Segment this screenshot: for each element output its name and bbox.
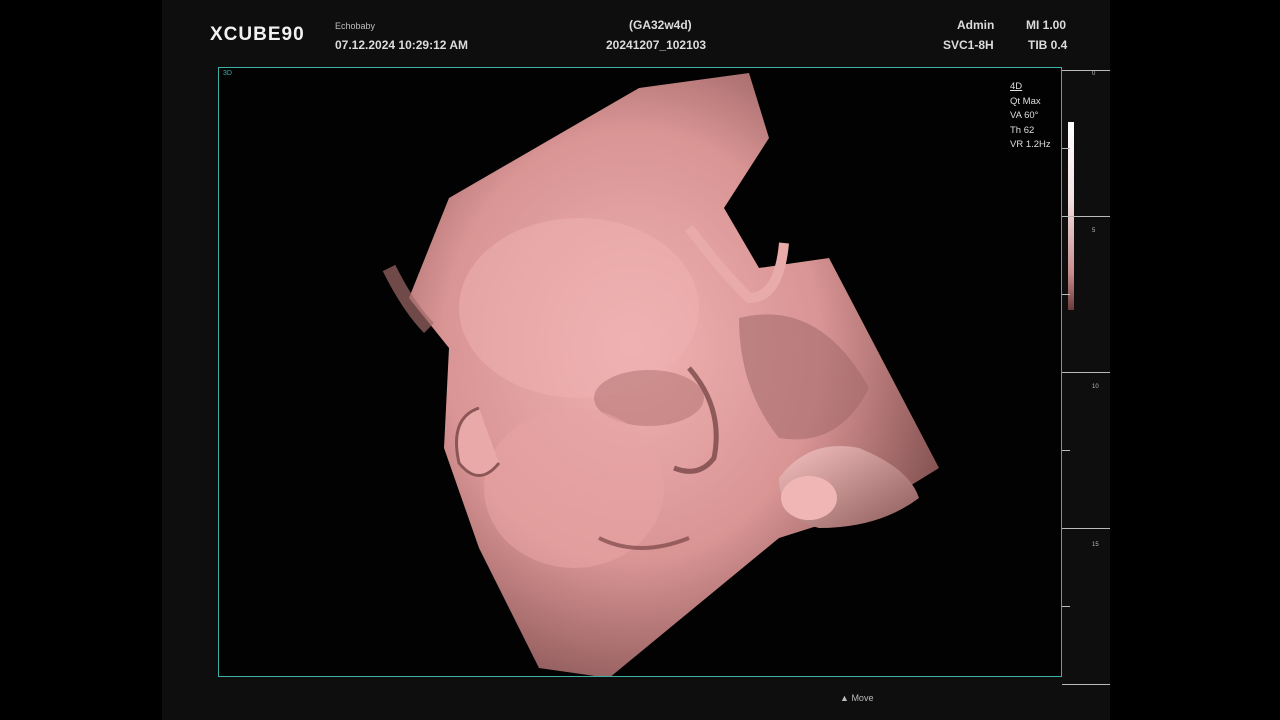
device-logo: XCUBE90 xyxy=(210,24,305,45)
gestational-age: (GA32w4d) xyxy=(629,18,692,32)
move-hint[interactable]: ▲ Move xyxy=(840,693,873,703)
render-parameters: 4D Qt Max VA 60° Th 62 VR 1.2Hz xyxy=(1010,80,1051,153)
scale-tick xyxy=(1062,70,1110,71)
probe-name: SVC1-8H xyxy=(943,38,994,52)
depth-scale: 0 5 10 15 xyxy=(1062,70,1110,690)
thermal-index: TIB 0.4 xyxy=(1028,38,1068,52)
param-mode: 4D xyxy=(1010,81,1023,92)
scale-label: 5 xyxy=(1092,228,1096,234)
study-id: 20241207_102103 xyxy=(606,38,707,52)
mechanical-index: MI 1.00 xyxy=(1026,18,1067,32)
scale-tick xyxy=(1062,148,1070,149)
scale-tick xyxy=(1062,372,1110,373)
render-viewport[interactable]: 3D xyxy=(218,67,1062,677)
ultrasound-screen: XCUBE90 Echobaby 07.12.2024 10:29:12 AM … xyxy=(162,0,1110,720)
move-label: Move xyxy=(851,693,874,703)
scale-label: 10 xyxy=(1092,384,1099,390)
operator-name: Admin xyxy=(957,18,995,32)
scale-tick xyxy=(1062,294,1070,295)
param-threshold: Th 62 xyxy=(1010,124,1035,136)
scale-tick xyxy=(1062,216,1110,217)
param-quality: Qt Max xyxy=(1010,95,1041,107)
scale-tick xyxy=(1062,684,1110,685)
scale-tick xyxy=(1062,450,1070,451)
fetal-3d-render xyxy=(382,73,939,676)
scale-tick xyxy=(1062,606,1070,607)
scale-label: 15 xyxy=(1092,542,1099,548)
param-volume-rate: VR 1.2Hz xyxy=(1010,139,1051,150)
scale-tick xyxy=(1062,528,1110,529)
move-icon: ▲ xyxy=(840,693,849,703)
param-view-angle: VA 60° xyxy=(1010,110,1039,121)
scale-label: 0 xyxy=(1092,71,1096,77)
patient-name: Echobaby xyxy=(335,21,376,31)
exam-datetime: 07.12.2024 10:29:12 AM xyxy=(335,38,468,52)
